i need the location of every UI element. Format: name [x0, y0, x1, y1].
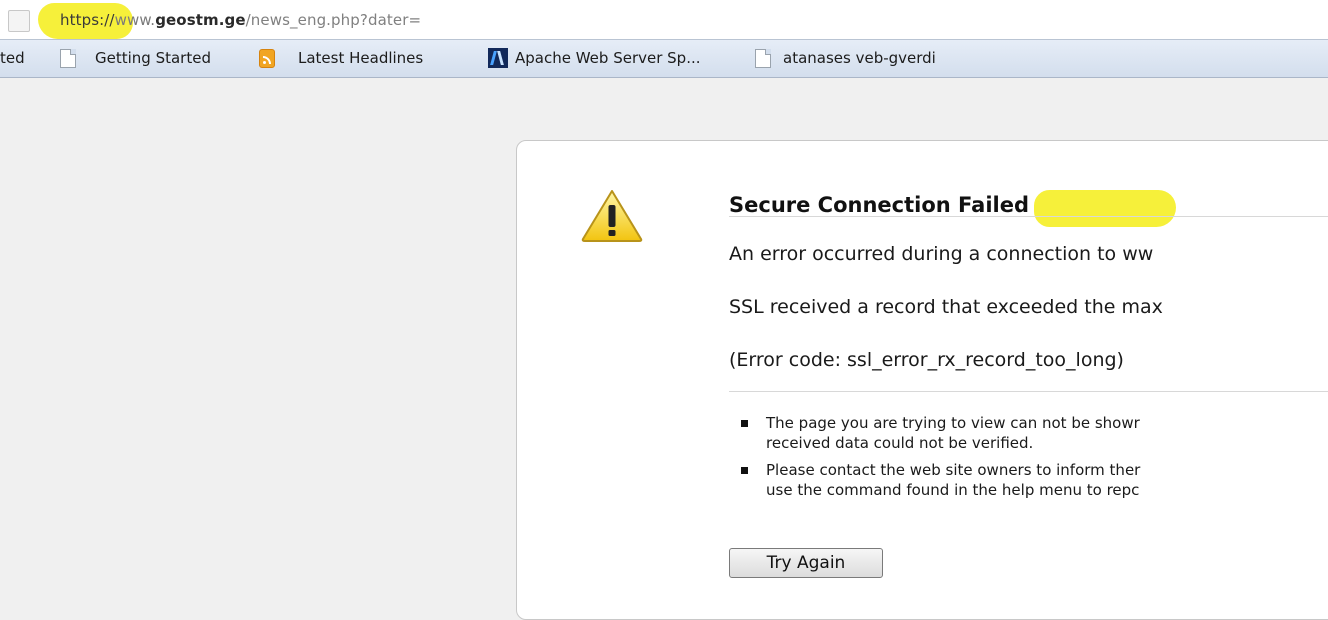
bookmark-getting-started[interactable]: Getting Started	[95, 49, 211, 67]
bullet-1-line-2: received data could not be verified.	[766, 434, 1034, 452]
bullet-marker	[741, 467, 748, 474]
bullet-marker	[741, 420, 748, 427]
title-highlight-marker	[1034, 190, 1176, 227]
error-description: An error occurred during a connection to…	[729, 243, 1154, 265]
url-host-prefix: www.	[114, 11, 156, 29]
bullet-2-line-2: use the command found in the help menu t…	[766, 481, 1140, 499]
bookmark-item-partial[interactable]: ted	[0, 49, 25, 67]
apache-icon	[488, 48, 508, 68]
url-text[interactable]: https://www.geostm.ge/news_eng.php?dater…	[60, 11, 421, 29]
page-icon	[755, 49, 771, 68]
error-code: (Error code: ssl_error_rx_record_too_lon…	[729, 349, 1124, 371]
page-icon	[8, 10, 30, 32]
bookmark-apache-web-server[interactable]: Apache Web Server Sp...	[515, 49, 701, 67]
bullet-1-line-1: The page you are trying to view can not …	[766, 414, 1140, 432]
bookmark-latest-headlines[interactable]: Latest Headlines	[298, 49, 423, 67]
try-again-button[interactable]: Try Again	[729, 548, 883, 578]
bookmarks-toolbar: ted Getting Started Latest Headlines Apa…	[0, 40, 1328, 78]
section-divider	[729, 391, 1328, 392]
error-title: Secure Connection Failed	[729, 193, 1029, 217]
url-path: /news_eng.php?dater=	[245, 11, 422, 29]
warning-icon	[581, 190, 643, 242]
bullet-2-line-1: Please contact the web site owners to in…	[766, 461, 1141, 479]
rss-feed-icon	[259, 49, 275, 68]
page-icon	[60, 49, 76, 68]
title-divider	[729, 216, 1328, 217]
bookmark-atanases-veb-gverdi[interactable]: atanases veb-gverdi	[783, 49, 936, 67]
url-scheme: https://	[60, 11, 115, 29]
address-bar[interactable]: https://www.geostm.ge/news_eng.php?dater…	[0, 0, 1328, 40]
ssl-message: SSL received a record that exceeded the …	[729, 296, 1163, 318]
url-domain: geostm.ge	[155, 11, 246, 29]
